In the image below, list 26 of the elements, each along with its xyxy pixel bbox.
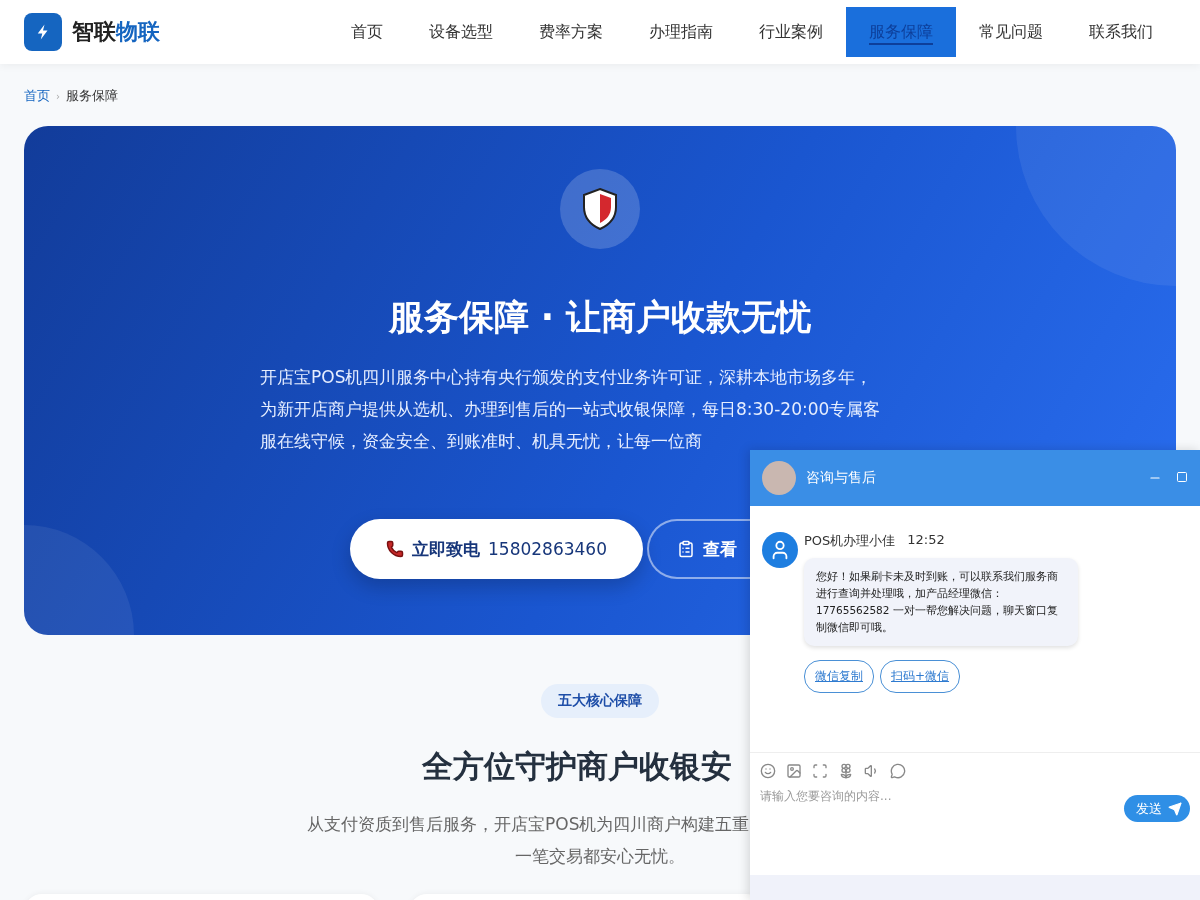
quick-reply[interactable]: 扫码+微信 (880, 660, 961, 693)
nav-link[interactable]: 首页 (328, 7, 406, 57)
section-description: 一笔交易都安心无忧。 (515, 845, 685, 868)
section-title: 全方位守护商户收银安 (422, 747, 732, 786)
logo-text: 智联物联 (72, 18, 160, 46)
chat-title: 咨询与售后 (806, 469, 876, 487)
section-description: 从支付资质到售后服务，开店宝POS机为四川商户构建五重 (307, 813, 750, 836)
breadcrumb-current: 服务保障 (66, 87, 118, 105)
nav-link[interactable]: 常见问题 (956, 7, 1066, 57)
hero-title: 服务保障 · 让商户收款无忧 (388, 296, 812, 339)
section-badge: 五大核心保障 (541, 684, 659, 718)
nav-link[interactable]: 办理指南 (626, 7, 736, 57)
breadcrumb-link[interactable]: 首页 (24, 87, 50, 105)
sender-name: POS机办理小佳 (804, 532, 896, 550)
nav-link[interactable]: 联系我们 (1066, 7, 1176, 57)
breadcrumb-separator: › (56, 90, 60, 102)
call-button[interactable]: 立即致电 15802863460 (350, 519, 643, 579)
nav-link[interactable]: 设备选型 (406, 7, 516, 57)
hero-description-line: 服在线守候，资金安全、到账准时、机具无忧，让每一位商 (260, 430, 702, 453)
quick-reply[interactable]: 微信复制 (804, 660, 874, 693)
nav-link[interactable]: 行业案例 (736, 7, 846, 57)
message-bubble: 您好！如果刷卡未及时到账，可以联系我们服务商进行查询并处理哦，加产品经理微信：17765562582 一对一帮您解决问题，聊天窗口复制微信即可哦。 (804, 558, 1078, 646)
message-time: 12:52 (907, 532, 945, 549)
nav-link[interactable]: 费率方案 (516, 7, 626, 57)
hero-description-line: 为新开店商户提供从选机、办理到售后的一站式收银保障，每日8:30-20:00专属客 (260, 398, 881, 421)
hero-description-line: 开店宝POS机四川服务中心持有央行颁发的支付业务许可证，深耕本地市场多年， (260, 366, 873, 389)
